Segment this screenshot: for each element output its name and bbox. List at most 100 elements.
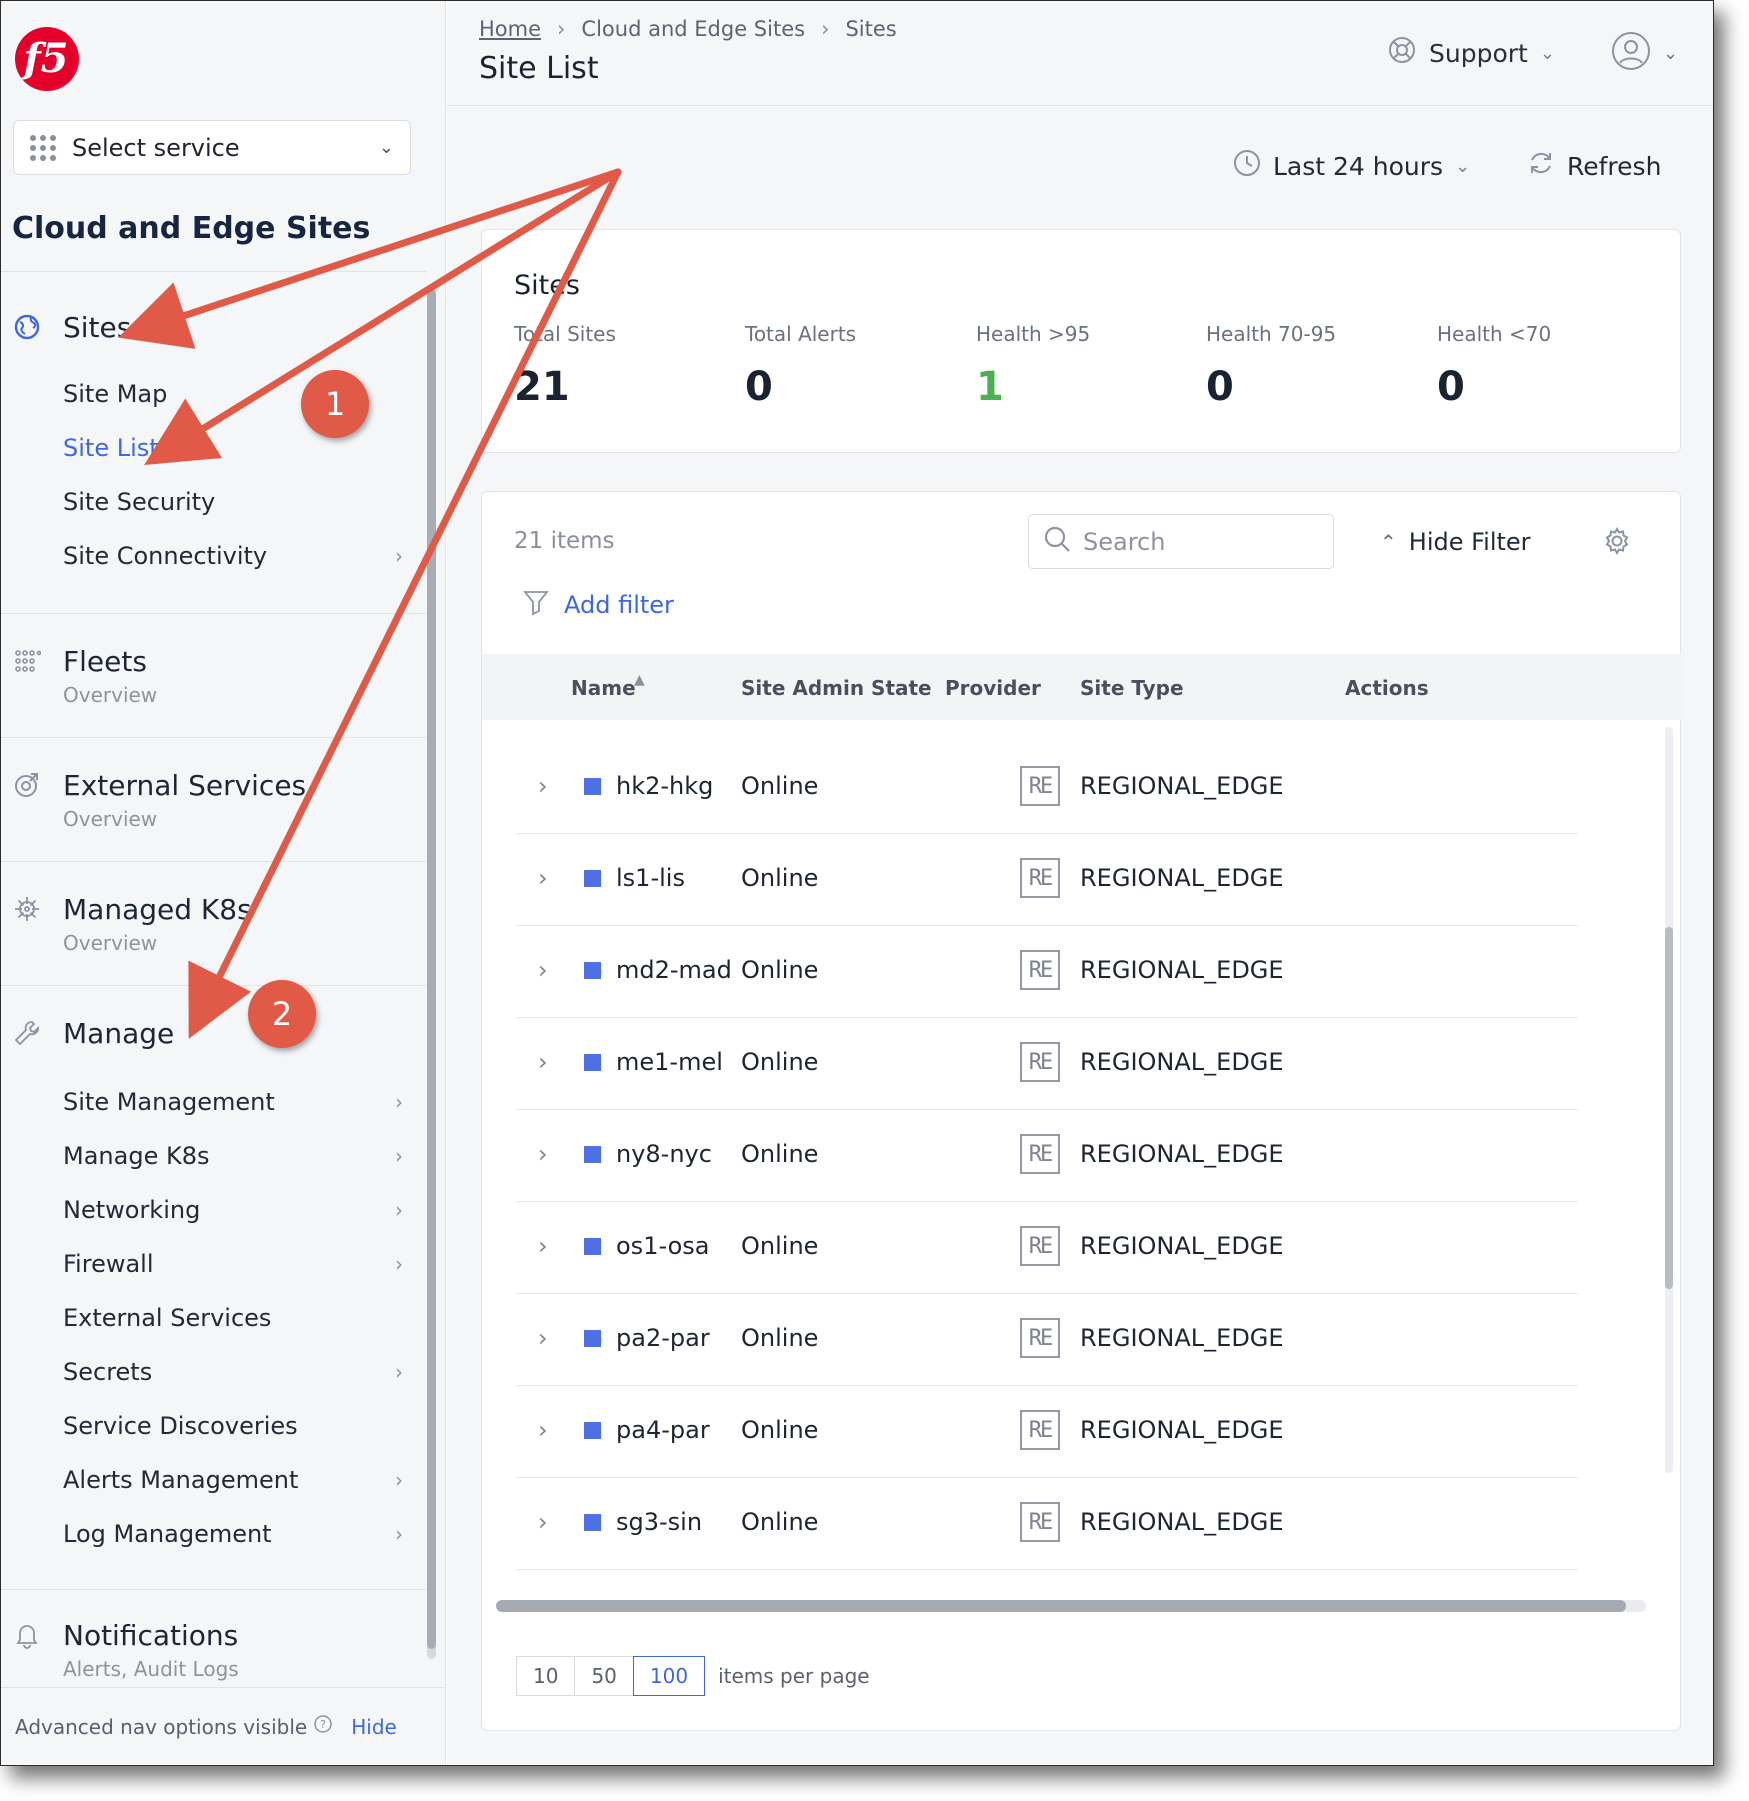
breadcrumb-sites: Sites (845, 17, 897, 41)
cell-name[interactable]: ls1-lis (616, 864, 685, 892)
breadcrumb: Home › Cloud and Edge Sites › Sites (479, 17, 897, 41)
table-row[interactable]: › me1-mel Online RE REGIONAL_EDGE (516, 1018, 1578, 1110)
breadcrumb-home[interactable]: Home (479, 17, 541, 41)
table-row[interactable]: › md2-mad Online RE REGIONAL_EDGE (516, 926, 1578, 1018)
sidebar-item-firewall[interactable]: Firewall › (63, 1250, 403, 1278)
expand-row-icon[interactable]: › (538, 772, 548, 800)
cell-site-admin-state: Online (741, 772, 819, 800)
support-menu[interactable]: Support ⌄ (1387, 35, 1555, 71)
expand-row-icon[interactable]: › (538, 1416, 548, 1444)
expand-row-icon[interactable]: › (538, 1140, 548, 1168)
sidebar-item-site-connectivity[interactable]: Site Connectivity › (63, 542, 403, 570)
sort-ascending-icon[interactable]: ▲ (634, 672, 645, 688)
breadcrumb-cloud-edge-sites[interactable]: Cloud and Edge Sites (581, 17, 805, 41)
provider-re-icon: RE (1020, 1318, 1060, 1358)
table-row[interactable]: › ls1-lis Online RE REGIONAL_EDGE (516, 834, 1578, 926)
cell-name[interactable]: sg3-sin (616, 1508, 702, 1536)
sidebar-item-log-management[interactable]: Log Management › (63, 1520, 403, 1548)
stat-value: 0 (745, 364, 773, 410)
site-status-square (584, 962, 601, 979)
search-input[interactable]: Search (1028, 514, 1334, 569)
expand-row-icon[interactable]: › (538, 1232, 548, 1260)
cell-name[interactable]: ny8-nyc (616, 1140, 712, 1168)
nav-section-notifications[interactable]: Notifications Alerts, Audit Logs (1, 1615, 426, 1681)
cell-name[interactable]: pa4-par (616, 1416, 710, 1444)
sidebar-item-site-list[interactable]: Site List (63, 434, 403, 462)
table-horizontal-scrollbar-thumb[interactable] (496, 1600, 1626, 1612)
cell-name[interactable]: pa2-par (616, 1324, 710, 1352)
column-header-actions: Actions (1345, 676, 1429, 700)
expand-row-icon[interactable]: › (538, 1508, 548, 1536)
column-header-provider[interactable]: Provider (945, 676, 1041, 700)
nav-section-manage[interactable]: Manage (1, 1013, 426, 1053)
apps-grid-icon (30, 134, 56, 161)
sidebar-item-service-discoveries[interactable]: Service Discoveries (63, 1412, 403, 1440)
site-status-square (584, 1514, 601, 1531)
sidebar-scrollbar-thumb[interactable] (427, 289, 436, 1649)
nav-section-external-services[interactable]: External Services Overview (1, 765, 426, 831)
sidebar-item-alerts-management[interactable]: Alerts Management › (63, 1466, 403, 1494)
sidebar-item-label: Secrets (63, 1358, 153, 1386)
table-row[interactable]: › os1-osa Online RE REGIONAL_EDGE (516, 1202, 1578, 1294)
table-row[interactable]: › hk2-hkg Online RE REGIONAL_EDGE (516, 742, 1578, 834)
time-range-selector[interactable]: Last 24 hours ⌄ (1233, 149, 1470, 183)
stat-total-sites: Total Sites 21 (514, 322, 616, 410)
cell-name[interactable]: os1-osa (616, 1232, 709, 1260)
stat-label: Total Alerts (745, 322, 857, 346)
refresh-button[interactable]: Refresh (1527, 149, 1661, 183)
sidebar-item-secrets[interactable]: Secrets › (63, 1358, 403, 1386)
clock-icon (1233, 149, 1261, 183)
nav-section-managed-k8s[interactable]: Managed K8s Overview (1, 889, 426, 955)
nav-section-fleets[interactable]: Fleets Overview (1, 641, 426, 707)
table-vertical-scrollbar-thumb[interactable] (1665, 927, 1673, 1289)
select-service-dropdown[interactable]: Select service ⌄ (13, 120, 411, 175)
add-filter-button[interactable]: Add filter (522, 588, 674, 622)
expand-row-icon[interactable]: › (538, 956, 548, 984)
stat-health-mid: Health 70-95 0 (1206, 322, 1336, 410)
user-menu[interactable]: ⌄ (1611, 31, 1678, 75)
cell-site-type: REGIONAL_EDGE (1080, 1508, 1284, 1536)
nav-sites-label: Sites (63, 310, 132, 344)
provider-re-icon: RE (1020, 1134, 1060, 1174)
hide-filter-button[interactable]: ⌃ Hide Filter (1380, 528, 1531, 556)
page-size-50[interactable]: 50 (574, 1656, 634, 1696)
cell-site-admin-state: Online (741, 1416, 819, 1444)
help-circle-icon[interactable]: ? (313, 1714, 333, 1739)
gear-icon[interactable] (1602, 526, 1632, 560)
cell-name[interactable]: md2-mad (616, 956, 732, 984)
column-header-site-type[interactable]: Site Type (1080, 676, 1184, 700)
cell-name[interactable]: hk2-hkg (616, 772, 713, 800)
nav-section-sites[interactable]: Sites (1, 307, 426, 347)
sidebar-item-networking[interactable]: Networking › (63, 1196, 403, 1224)
cell-site-admin-state: Online (741, 864, 819, 892)
bell-icon (13, 1621, 43, 1649)
table-row[interactable]: › pa2-par Online RE REGIONAL_EDGE (516, 1294, 1578, 1386)
nav-notifications-sub: Alerts, Audit Logs (63, 1657, 239, 1681)
column-header-site-admin-state[interactable]: Site Admin State (741, 676, 932, 700)
expand-row-icon[interactable]: › (538, 1324, 548, 1352)
expand-row-icon[interactable]: › (538, 864, 548, 892)
table-row[interactable]: › ny8-nyc Online RE REGIONAL_EDGE (516, 1110, 1578, 1202)
cell-name[interactable]: me1-mel (616, 1048, 723, 1076)
cell-site-type: REGIONAL_EDGE (1080, 1324, 1284, 1352)
chevron-up-icon: ⌃ (1380, 530, 1397, 554)
avatar (1611, 31, 1651, 75)
page-size-100[interactable]: 100 (632, 1656, 706, 1696)
table-row[interactable]: › pa4-par Online RE REGIONAL_EDGE (516, 1386, 1578, 1478)
expand-row-icon[interactable]: › (538, 1048, 548, 1076)
breadcrumb-separator-icon: › (821, 17, 830, 41)
cell-site-type: REGIONAL_EDGE (1080, 772, 1284, 800)
column-header-name[interactable]: Name (571, 676, 636, 700)
sidebar-item-site-management[interactable]: Site Management › (63, 1088, 403, 1116)
nav-external-services-label: External Services (63, 768, 307, 802)
provider-re-icon: RE (1020, 1042, 1060, 1082)
sidebar-item-site-security[interactable]: Site Security (63, 488, 403, 516)
page-size-10[interactable]: 10 (516, 1656, 576, 1696)
svg-text:?: ? (320, 1718, 326, 1731)
site-status-square (584, 1054, 601, 1071)
hide-advanced-link[interactable]: Hide (351, 1715, 397, 1739)
table-row[interactable]: › sg3-sin Online RE REGIONAL_EDGE (516, 1478, 1578, 1570)
sidebar-item-manage-k8s[interactable]: Manage K8s › (63, 1142, 403, 1170)
annotation-badge-1: 1 (301, 370, 369, 438)
sidebar-item-external-services[interactable]: External Services (63, 1304, 403, 1332)
